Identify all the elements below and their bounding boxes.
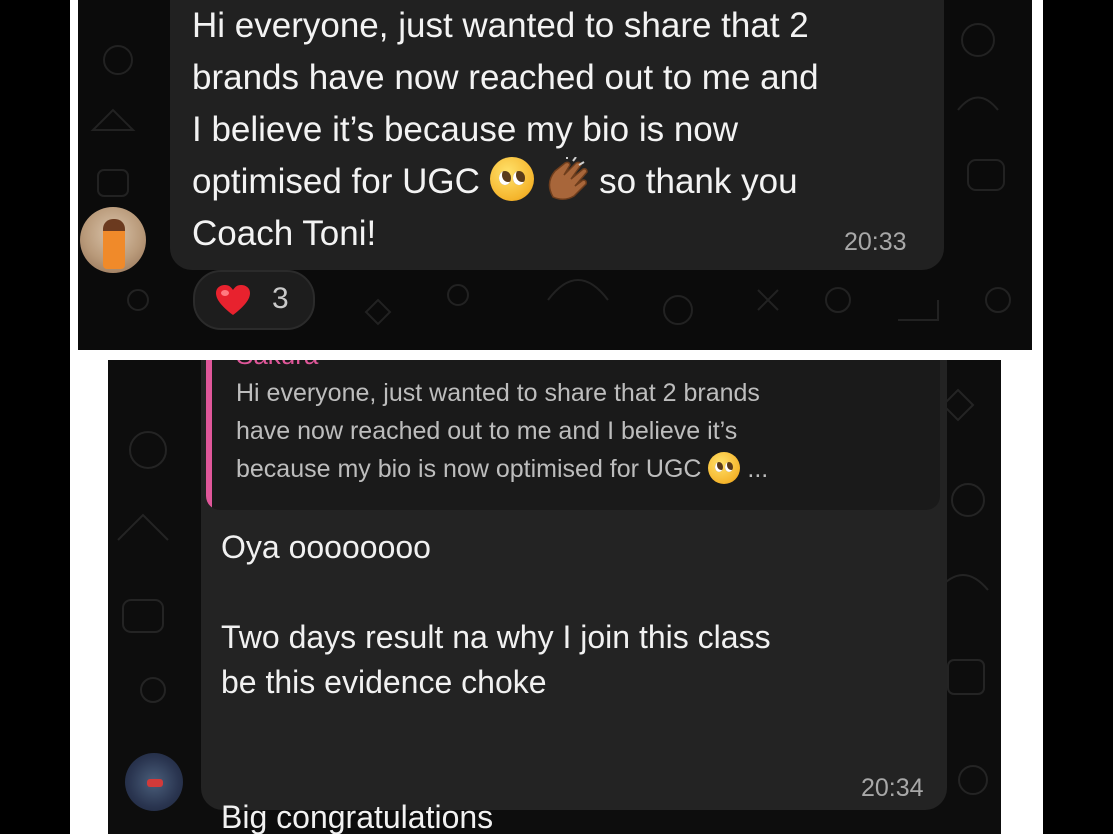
red-heart-icon (216, 285, 250, 315)
sender-avatar[interactable] (80, 207, 146, 273)
reaction-badge[interactable]: 3 (193, 270, 315, 330)
pleading-face-icon (708, 452, 741, 484)
chat-panel-bottom: Sakura Hi everyone, just wanted to share… (108, 360, 1001, 834)
quoted-message[interactable]: Sakura Hi everyone, just wanted to share… (206, 360, 940, 510)
message-bubble[interactable]: Sakura Hi everyone, just wanted to share… (201, 360, 947, 834)
avatar-detail (147, 779, 163, 787)
reaction-count: 3 (272, 282, 289, 315)
quote-accent-bar (206, 360, 212, 510)
clapping-hands-icon (543, 156, 589, 201)
chat-panel-top: Hi everyone, just wanted to share that 2… (78, 0, 1032, 350)
message-text: Hi everyone, just wanted to share that 2… (192, 6, 819, 253)
message-text: Oya oooooooo Two days result na why I jo… (221, 529, 771, 834)
quoted-text: Hi everyone, just wanted to share that 2… (236, 379, 769, 484)
sender-avatar[interactable] (125, 753, 183, 811)
avatar-figure (103, 219, 125, 269)
message-timestamp: 20:34 (861, 774, 924, 802)
pleading-face-icon (489, 157, 534, 201)
quoted-sender-name: Sakura (236, 360, 318, 371)
message-bubble[interactable]: Hi everyone, just wanted to share that 2… (170, 0, 944, 270)
message-timestamp: 20:33 (844, 228, 907, 256)
